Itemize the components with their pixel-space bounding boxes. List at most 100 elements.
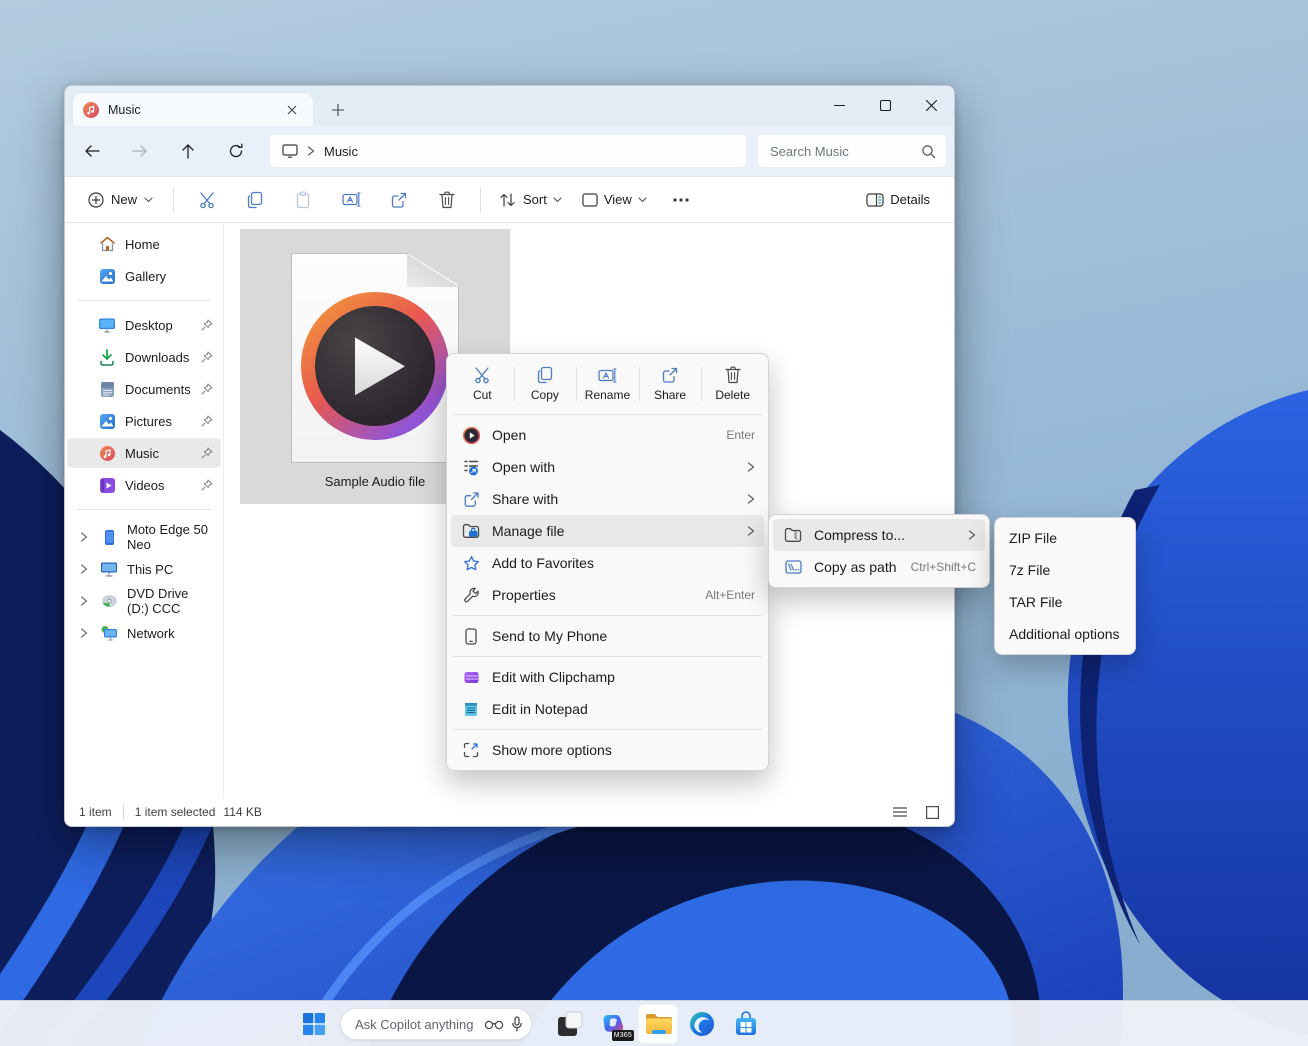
sidebar-item-pictures[interactable]: Pictures: [67, 406, 221, 436]
menu-item-label: Share with: [492, 491, 735, 507]
new-button[interactable]: New: [77, 185, 164, 215]
taskbar-center-cluster: M365: [294, 1004, 768, 1044]
submenu-item-compress-to[interactable]: Compress to...: [773, 519, 985, 551]
pictures-icon: [98, 412, 116, 430]
maximize-button[interactable]: [862, 86, 908, 124]
menu-item-manage-file[interactable]: Manage file: [451, 515, 764, 547]
submenu-item-additional-options[interactable]: Additional options: [999, 618, 1131, 650]
sidebar-item-network[interactable]: Network: [67, 618, 221, 648]
search-input[interactable]: [770, 144, 921, 159]
sidebar-item-moto-edge[interactable]: Moto Edge 50 Neo: [67, 522, 221, 552]
delete-button[interactable]: [427, 182, 467, 218]
copy-as-path-icon: [784, 558, 802, 576]
cut-quick-button[interactable]: Cut: [451, 358, 514, 410]
menu-item-open[interactable]: Open Enter: [451, 419, 764, 451]
submenu-item-tar-file[interactable]: TAR File: [999, 586, 1131, 618]
thumbnail-view-toggle[interactable]: [922, 802, 942, 822]
menu-item-add-to-favorites[interactable]: Add to Favorites: [451, 547, 764, 579]
submenu-item-zip-file[interactable]: ZIP File: [999, 522, 1131, 554]
expand-chevron-icon[interactable]: [77, 564, 91, 574]
view-button[interactable]: View: [572, 185, 657, 214]
details-button[interactable]: Details: [856, 185, 940, 214]
sidebar-item-desktop[interactable]: Desktop: [67, 310, 221, 340]
menu-item-properties[interactable]: Properties Alt+Enter: [451, 579, 764, 611]
expand-chevron-icon[interactable]: [77, 596, 91, 606]
rename-button[interactable]: [331, 182, 371, 218]
share-quick-button[interactable]: Share: [639, 358, 702, 410]
tab-music[interactable]: Music: [73, 93, 313, 126]
menu-item-label: Edit in Notepad: [492, 701, 755, 717]
share-button[interactable]: [379, 182, 419, 218]
breadcrumb[interactable]: Music: [324, 144, 358, 159]
paste-button[interactable]: [283, 182, 323, 218]
windows-logo-icon: [302, 1012, 326, 1036]
microphone-icon[interactable]: [511, 1016, 523, 1032]
microsoft-store-button[interactable]: [726, 1004, 766, 1044]
search-icon[interactable]: [921, 144, 936, 159]
back-button[interactable]: [75, 134, 109, 168]
sidebar-item-label: Desktop: [125, 318, 173, 333]
refresh-button[interactable]: [219, 134, 253, 168]
submenu-chevron-icon: [747, 462, 755, 472]
address-bar[interactable]: Music: [269, 134, 747, 168]
copy-button[interactable]: [235, 182, 275, 218]
copy-quick-button[interactable]: Copy: [514, 358, 577, 410]
sidebar-item-videos[interactable]: Videos: [67, 470, 221, 500]
submenu-item-7z-file[interactable]: 7z File: [999, 554, 1131, 586]
menu-divider: [453, 656, 762, 657]
tab-close-icon[interactable]: [281, 99, 303, 121]
sidebar-item-downloads[interactable]: Downloads: [67, 342, 221, 372]
start-button[interactable]: [294, 1004, 334, 1044]
list-view-toggle[interactable]: [890, 802, 910, 822]
navigation-bar: Music: [65, 126, 954, 176]
delete-quick-button[interactable]: Delete: [701, 358, 764, 410]
edge-browser-button[interactable]: [682, 1004, 722, 1044]
menu-item-open-with[interactable]: Open with: [451, 451, 764, 483]
menu-item-edit-in-notepad[interactable]: Edit in Notepad: [451, 693, 764, 725]
task-view-button[interactable]: [550, 1004, 590, 1044]
location-monitor-icon: [282, 144, 298, 158]
rename-icon: [598, 367, 617, 384]
expand-chevron-icon[interactable]: [77, 628, 91, 638]
sidebar-item-dvd-drive[interactable]: DVD Drive (D:) CCC: [67, 586, 221, 616]
menu-item-edit-with-clipchamp[interactable]: Edit with Clipchamp: [451, 661, 764, 693]
sidebar-item-label: DVD Drive (D:) CCC: [127, 586, 213, 616]
m365-copilot-button[interactable]: M365: [594, 1004, 634, 1044]
cut-button[interactable]: [187, 182, 227, 218]
search-box[interactable]: [757, 134, 947, 168]
more-toolbar-button[interactable]: [661, 182, 701, 218]
play-icon: [355, 337, 405, 395]
sidebar-item-label: This PC: [127, 562, 173, 577]
file-name-label: Sample Audio file: [325, 474, 425, 489]
menu-item-share-with[interactable]: Share with: [451, 483, 764, 515]
rename-quick-button[interactable]: Rename: [576, 358, 639, 410]
up-button[interactable]: [171, 134, 205, 168]
sidebar-item-label: Moto Edge 50 Neo: [127, 522, 213, 552]
chevron-down-icon: [638, 197, 647, 203]
item-count: 1 item: [79, 805, 112, 819]
copilot-search-box[interactable]: [340, 1008, 532, 1040]
submenu-item-copy-as-path[interactable]: Copy as path Ctrl+Shift+C: [773, 551, 985, 583]
forward-button[interactable]: [123, 134, 157, 168]
sidebar-item-home[interactable]: Home: [67, 229, 221, 259]
navigation-pane: Home Gallery Desktop Downloads: [65, 223, 223, 798]
sidebar-item-gallery[interactable]: Gallery: [67, 261, 221, 291]
menu-item-label: Open with: [492, 459, 735, 475]
expand-chevron-icon[interactable]: [77, 532, 91, 542]
close-button[interactable]: [908, 86, 954, 124]
new-tab-button[interactable]: [325, 97, 351, 123]
copilot-vision-glasses-icon[interactable]: [484, 1018, 504, 1030]
menu-item-send-to-my-phone[interactable]: Send to My Phone: [451, 620, 764, 652]
minimize-button[interactable]: [816, 86, 862, 124]
sidebar-item-label: Downloads: [125, 350, 189, 365]
clipchamp-icon: [462, 668, 480, 686]
sort-button[interactable]: Sort: [490, 185, 572, 215]
quick-action-label: Share: [654, 388, 686, 402]
sidebar-item-music[interactable]: Music: [67, 438, 221, 468]
file-explorer-button[interactable]: [638, 1004, 678, 1044]
selection-count: 1 item selected: [135, 805, 216, 819]
sidebar-item-this-pc[interactable]: This PC: [67, 554, 221, 584]
copilot-search-input[interactable]: [355, 1017, 477, 1032]
menu-item-show-more-options[interactable]: Show more options: [451, 734, 764, 766]
sidebar-item-documents[interactable]: Documents: [67, 374, 221, 404]
